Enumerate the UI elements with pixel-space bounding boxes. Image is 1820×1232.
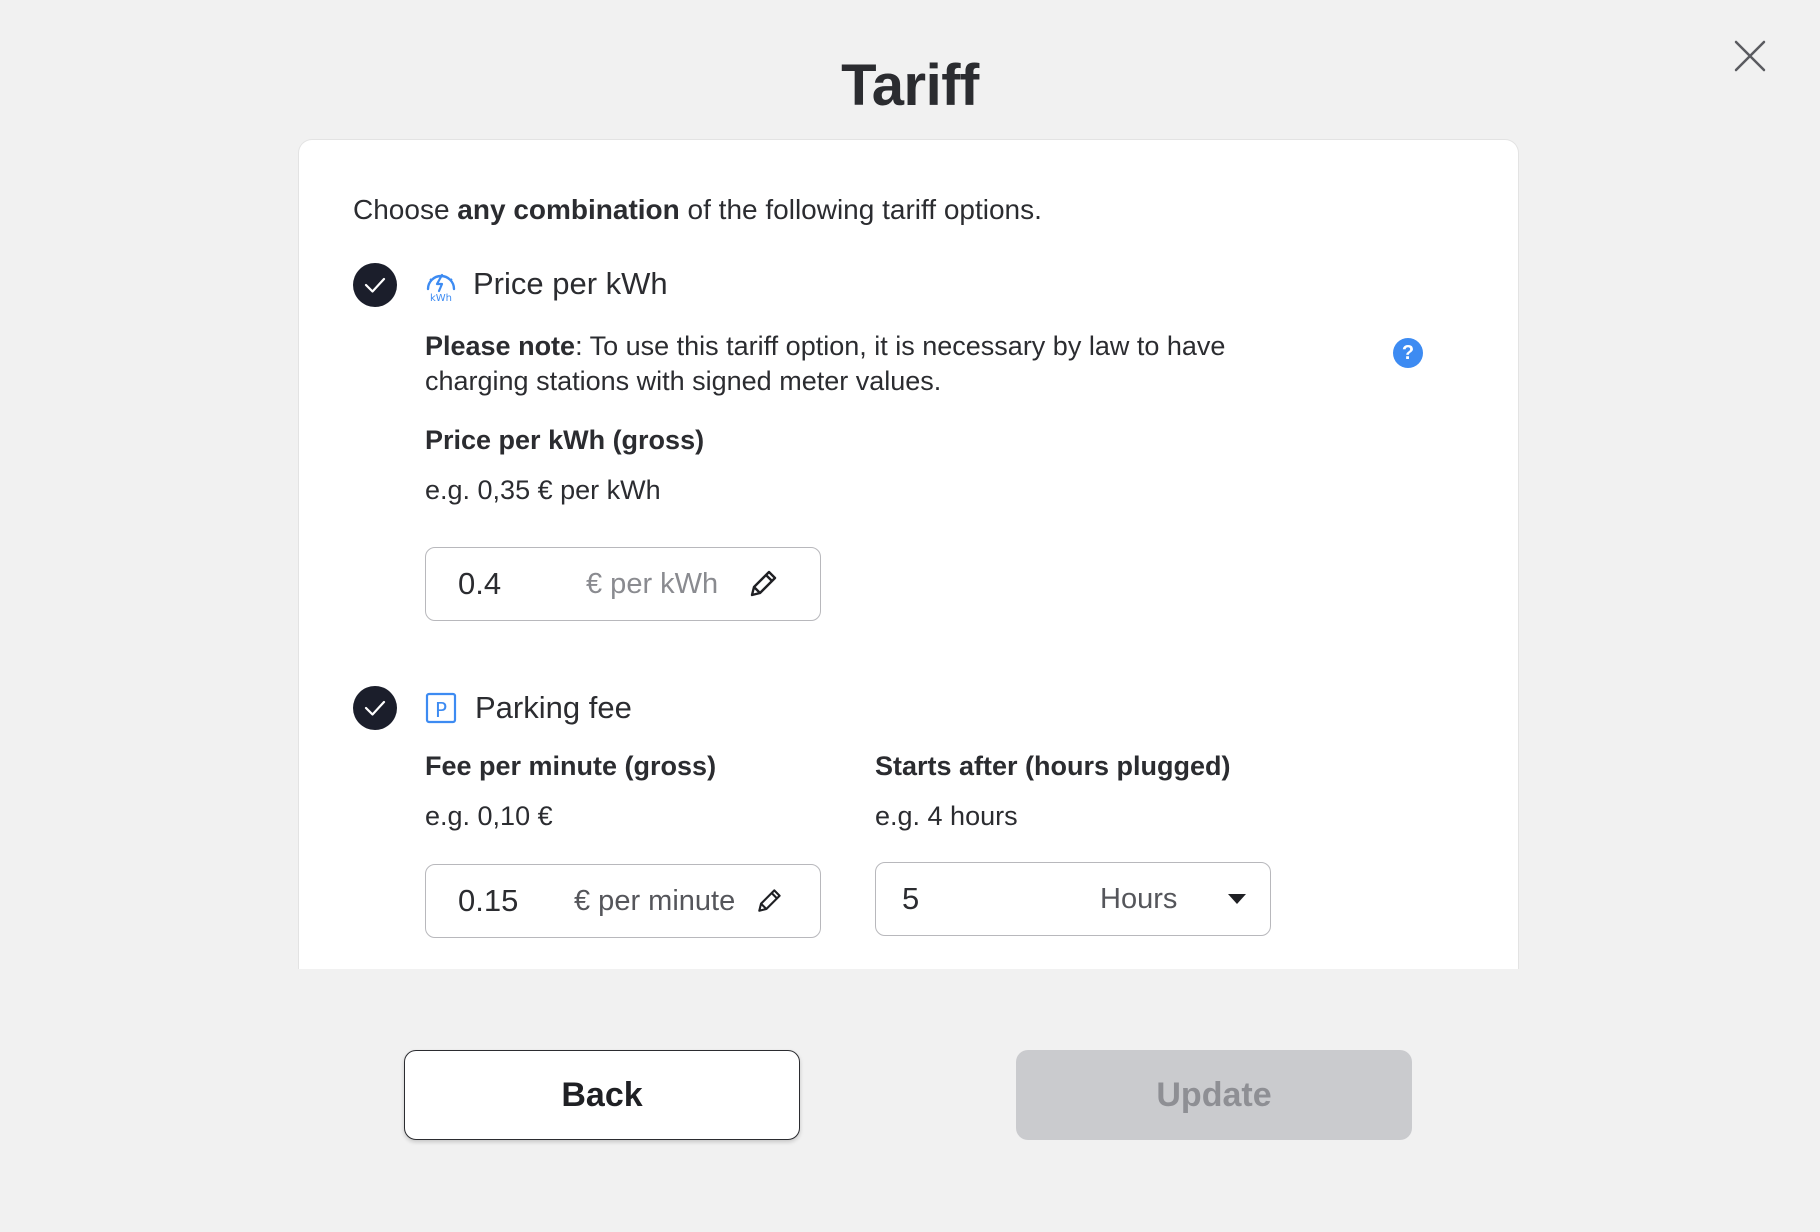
starts-after-label: Starts after (hours plugged) [875, 751, 1231, 781]
intro-text: Choose any combination of the following … [353, 194, 1042, 226]
help-icon-glyph: ? [1401, 341, 1415, 364]
checkmark-icon [364, 700, 386, 716]
price-per-kwh-checkbox[interactable] [353, 263, 397, 307]
starts-after-value: 5 [902, 881, 920, 916]
price-per-kwh-title: Price per kWh [473, 266, 668, 301]
price-per-kwh-input[interactable]: 0.4 € per kWh [425, 547, 821, 621]
update-button[interactable]: Update [1016, 1050, 1412, 1140]
price-per-kwh-unit: € per kWh [586, 567, 719, 600]
fee-per-minute-label: Fee per minute (gross) [425, 751, 717, 781]
parking-fee-title: Parking fee [475, 690, 632, 725]
fee-per-minute-input[interactable]: 0.15 € per minute [425, 864, 821, 938]
chevron-down-icon [1228, 894, 1246, 904]
price-per-kwh-hint: e.g. 0,35 € per kWh [425, 475, 661, 505]
pencil-icon [754, 886, 784, 916]
fee-per-minute-value: 0.15 [458, 883, 519, 918]
close-icon[interactable] [1730, 36, 1770, 76]
legal-note: Please note: To use this tariff option, … [425, 329, 1285, 399]
dialog-title: Tariff [841, 53, 979, 118]
intro-suffix: of the following tariff options. [679, 194, 1042, 225]
starts-after-select[interactable]: 5 Hours [875, 862, 1271, 936]
intro-bold: any combination [457, 194, 680, 225]
help-icon[interactable]: ? [1393, 338, 1423, 368]
checkmark-icon [364, 277, 386, 293]
price-per-kwh-label: Price per kWh (gross) [425, 425, 705, 455]
back-button[interactable]: Back [404, 1050, 800, 1140]
legal-note-bold: Please note [425, 331, 576, 361]
fee-per-minute-unit: € per minute [574, 884, 736, 917]
starts-after-hint: e.g. 4 hours [875, 801, 1018, 831]
intro-prefix: Choose [353, 194, 458, 225]
pencil-icon [746, 567, 780, 601]
parking-fee-checkbox[interactable] [353, 686, 397, 730]
kwh-gauge-icon: kWh [423, 267, 459, 304]
price-per-kwh-value: 0.4 [458, 566, 502, 601]
parking-icon: P [423, 690, 459, 726]
starts-after-unit: Hours [1100, 882, 1178, 915]
kwh-icon-text: kWh [430, 293, 452, 303]
fee-per-minute-hint: e.g. 0,10 € [425, 801, 553, 831]
parking-icon-text: P [435, 698, 447, 722]
tariff-card: Choose any combination of the following … [298, 139, 1519, 969]
tariff-page: Tariff Choose any combination of the fol… [0, 0, 1820, 1232]
